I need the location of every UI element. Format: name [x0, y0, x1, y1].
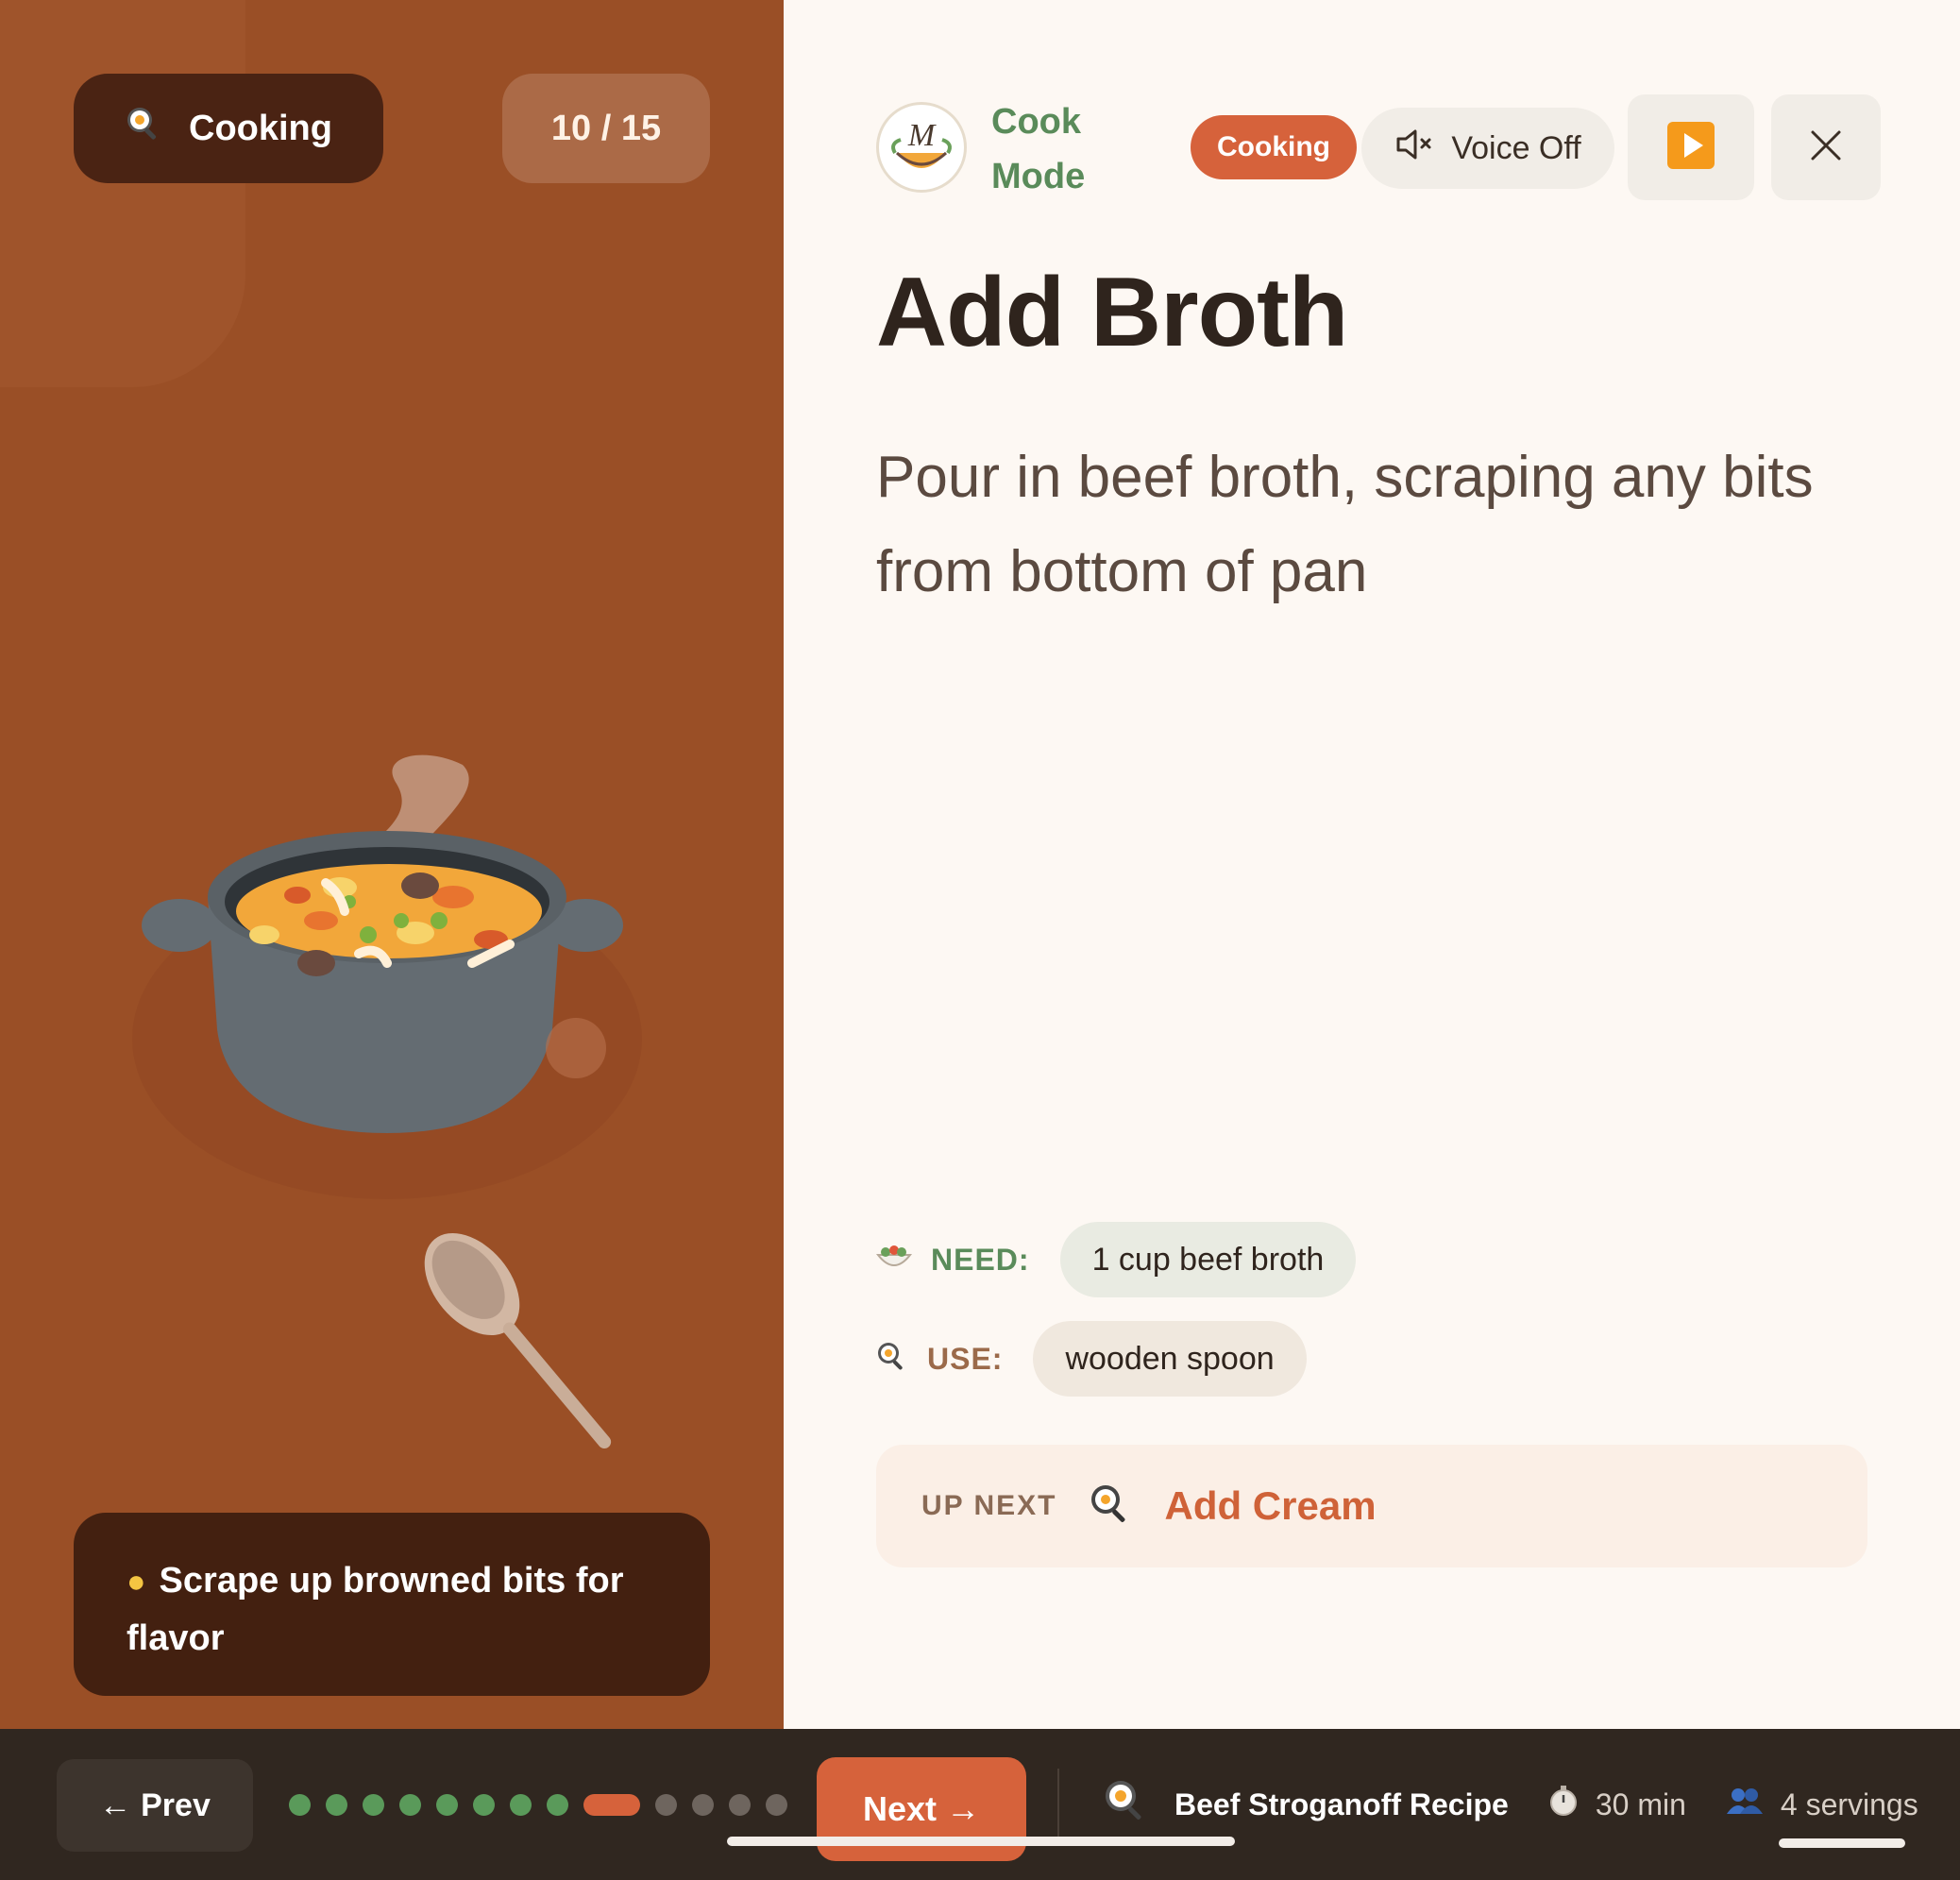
recipe-meta: Beef Stroganoff Recipe 30 min 4 servings — [1103, 1729, 1918, 1880]
progress-dot[interactable] — [399, 1793, 421, 1816]
progress-dot[interactable] — [547, 1793, 568, 1816]
recipe-servings: 4 servings — [1780, 1787, 1918, 1821]
up-next-title: Add Cream — [1164, 1483, 1377, 1528]
mode-label: Cooking — [189, 108, 332, 148]
step-title: Add Broth — [876, 258, 1348, 367]
close-button[interactable] — [1771, 94, 1881, 200]
prev-label: Prev — [141, 1787, 211, 1823]
scroll-indicator — [727, 1837, 1235, 1846]
voice-toggle-button[interactable]: Voice Off — [1361, 108, 1614, 189]
progress-dot[interactable] — [289, 1793, 311, 1816]
need-chip: 1 cup beef broth — [1059, 1222, 1357, 1297]
progress-dot[interactable] — [436, 1793, 458, 1816]
salad-icon — [875, 1244, 913, 1277]
brand-line1: Cook — [991, 102, 1081, 142]
progress-dot[interactable] — [473, 1793, 495, 1816]
frying-pan-icon — [876, 1341, 908, 1378]
close-icon — [1807, 127, 1845, 169]
status-badge: Cooking — [1191, 115, 1357, 179]
svg-text:M: M — [907, 118, 937, 153]
prev-button[interactable]: ← Prev — [57, 1759, 253, 1852]
step-panel: M Cook Mode Cooking Voice Off Add Broth … — [784, 0, 1960, 1729]
background-glow — [0, 0, 245, 387]
recipe-time: 30 min — [1595, 1787, 1686, 1821]
pot-illustration — [132, 754, 642, 1448]
illustration-panel: Cooking 10 / 15 ● Scrape up browned bits… — [0, 0, 784, 1729]
brand-line2: Mode — [991, 157, 1086, 196]
home-indicator — [1779, 1838, 1905, 1848]
app-logo: M — [876, 102, 967, 193]
arrow-right-icon: → — [946, 1789, 981, 1828]
step-progress — [289, 1729, 787, 1880]
brand-name: Cook Mode — [991, 94, 1085, 204]
voice-label: Voice Off — [1451, 129, 1581, 166]
progress-dot[interactable] — [766, 1793, 787, 1816]
progress-dot[interactable] — [510, 1793, 532, 1816]
need-row: NEED: 1 cup beef broth — [875, 1222, 1357, 1297]
progress-dot[interactable] — [655, 1793, 677, 1816]
play-icon — [1667, 121, 1715, 174]
mode-pill: Cooking — [74, 74, 383, 183]
tip-card: ● Scrape up browned bits for flavor — [74, 1513, 710, 1696]
use-row: USE: wooden spoon — [876, 1321, 1307, 1397]
use-chip: wooden spoon — [1033, 1321, 1307, 1397]
tip-text: Scrape up browned bits for flavor — [127, 1561, 624, 1658]
progress-dot[interactable] — [692, 1793, 714, 1816]
play-button[interactable] — [1628, 94, 1754, 200]
people-icon — [1726, 1786, 1764, 1823]
progress-dot[interactable] — [363, 1793, 384, 1816]
frying-pan-icon — [125, 105, 162, 152]
frying-pan-icon — [1089, 1482, 1132, 1531]
recipe-name: Beef Stroganoff Recipe — [1174, 1787, 1509, 1821]
up-next-card[interactable]: UP NEXT Add Cream — [876, 1445, 1867, 1567]
speaker-muted-icon — [1394, 127, 1434, 171]
footer-bar: ← Prev Next → Beef Stroganoff Recipe 30 … — [0, 1729, 1960, 1880]
progress-dot[interactable] — [326, 1793, 347, 1816]
need-label: NEED: — [931, 1242, 1030, 1277]
use-label: USE: — [927, 1341, 1004, 1376]
arrow-left-icon: ← — [99, 1787, 132, 1823]
progress-dot[interactable] — [729, 1793, 751, 1816]
frying-pan-icon — [1103, 1778, 1148, 1831]
progress-dot[interactable] — [583, 1793, 640, 1816]
divider — [1057, 1769, 1059, 1842]
light-bulb-icon: ● — [127, 1564, 146, 1600]
next-label: Next — [862, 1789, 938, 1828]
step-description: Pour in beef broth, scraping any bits fr… — [876, 445, 1814, 604]
up-next-label: UP NEXT — [921, 1490, 1057, 1521]
step-counter: 10 / 15 — [502, 74, 710, 183]
stopwatch-icon — [1548, 1785, 1579, 1824]
